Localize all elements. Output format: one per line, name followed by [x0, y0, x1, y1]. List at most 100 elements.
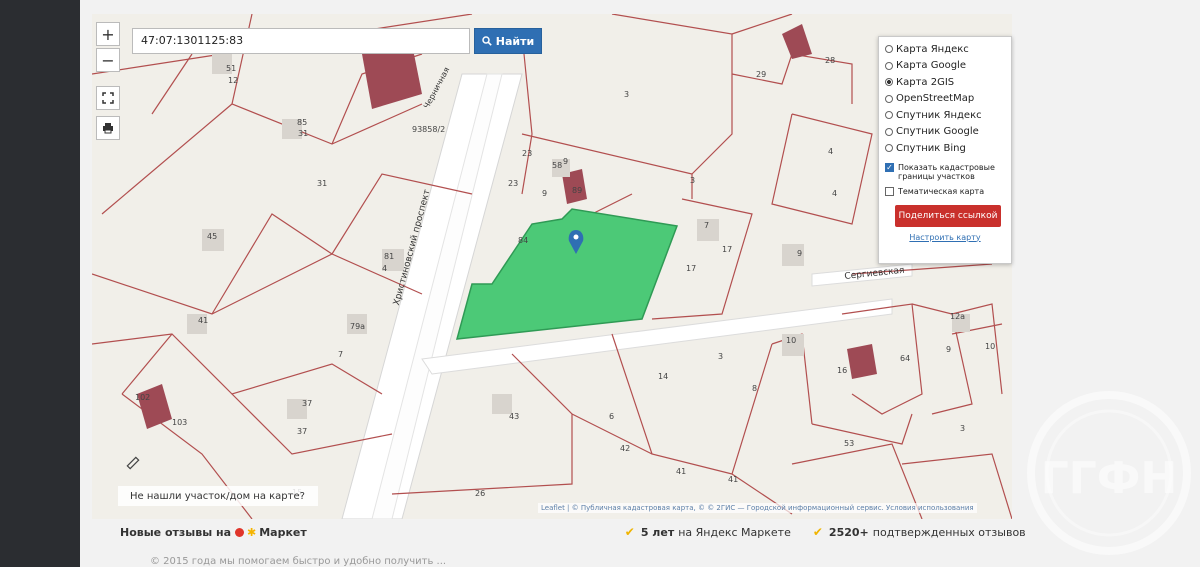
plot-label: 43: [509, 412, 520, 421]
plot-label: 9: [542, 189, 548, 198]
plot-label: 4: [828, 147, 834, 156]
plot-label: 42: [620, 444, 631, 453]
plot-label: 102: [135, 393, 151, 402]
plot-label: 3: [960, 424, 966, 433]
print-button[interactable]: [96, 116, 120, 140]
watermark-text: ГГФН: [1041, 453, 1178, 504]
radio-osm[interactable]: [885, 94, 893, 103]
plot-label: 3: [718, 352, 724, 361]
plot-label: 23: [508, 179, 519, 188]
thematic-map-label: Тематическая карта: [898, 186, 985, 196]
plot-label: 4: [382, 264, 388, 273]
reviews-footer: Новые отзывы на ✱ Маркет ✔ 5 лет на Янде…: [92, 520, 1092, 544]
layer-option-label: Карта 2GIS: [896, 76, 955, 88]
layer-option-yandex[interactable]: Карта Яндекс: [885, 41, 1005, 58]
plot-label: 17: [686, 264, 697, 273]
market-logo-icon: [235, 527, 244, 537]
plot-label: 28: [825, 56, 836, 65]
layer-option-osm[interactable]: OpenStreetMap: [885, 91, 1005, 108]
radio-google[interactable]: [885, 61, 893, 70]
plot-label: 31: [298, 129, 309, 138]
print-icon: [103, 123, 113, 134]
layer-option-2gis[interactable]: Карта 2GIS: [885, 74, 1005, 91]
footer-text-cut: © 2015 года мы помогаем быстро и удобно …: [150, 556, 447, 567]
zoom-out-button[interactable]: −: [96, 48, 120, 72]
fullscreen-icon: [102, 92, 114, 104]
reviews-prefix: Новые отзывы на: [120, 525, 231, 539]
search-input[interactable]: 47:07:1301125:83: [132, 28, 470, 54]
plot-label: 10: [985, 342, 996, 351]
plot-label: 37: [302, 399, 313, 408]
search-button-label: Найти: [495, 34, 535, 48]
plot-label: 84: [518, 236, 529, 245]
years-rest: на Яндекс Маркете: [678, 525, 791, 539]
plot-label: 89: [572, 186, 583, 195]
plot-label: 6: [609, 412, 615, 421]
layer-option-label: Спутник Яндекс: [896, 109, 982, 121]
check-icon: ✔: [812, 525, 823, 539]
thematic-map-option[interactable]: Тематическая карта: [885, 186, 1005, 196]
show-boundaries-checkbox[interactable]: ✓: [885, 162, 894, 172]
plot-label: 26: [475, 489, 486, 498]
map-attribution: Leaflet | © Публичная кадастровая карта,…: [538, 503, 977, 513]
plot-label: 64: [900, 354, 911, 363]
plot-label: 37: [297, 427, 308, 436]
cadastral-map[interactable]: 51 12 85 31 31 45 41 81 4 79а 7 102 103 …: [92, 14, 1012, 519]
not-found-link[interactable]: Не нашли участок/дом на карте?: [118, 486, 318, 506]
fullscreen-button[interactable]: [96, 86, 120, 110]
plot-label: 79а: [350, 322, 366, 331]
layer-option-yandex-sat[interactable]: Спутник Яндекс: [885, 107, 1005, 124]
layer-option-label: Спутник Bing: [896, 142, 966, 154]
plot-label: 7: [338, 350, 344, 359]
plot-label: 17: [722, 245, 733, 254]
configure-map-link[interactable]: Настроить карту: [885, 233, 1005, 242]
reviews-market: Маркет: [259, 525, 307, 539]
plot-label: 29: [756, 70, 767, 79]
check-icon: ✔: [624, 525, 635, 539]
search-icon: [482, 36, 492, 46]
thematic-map-checkbox[interactable]: [885, 186, 894, 196]
plot-label: 41: [676, 467, 687, 476]
radio-yandex[interactable]: [885, 45, 893, 54]
layer-option-label: Карта Яндекс: [896, 43, 969, 55]
radio-google-sat[interactable]: [885, 127, 893, 136]
plot-label: 81: [384, 252, 395, 261]
plot-label: 41: [728, 475, 739, 484]
radio-bing-sat[interactable]: [885, 144, 893, 153]
radio-yandex-sat[interactable]: [885, 111, 893, 120]
show-boundaries-option[interactable]: ✓ Показать кадастровые границы участков: [885, 162, 1005, 181]
plot-label: 58: [552, 161, 563, 170]
plot-label: 10: [786, 336, 797, 345]
layer-option-label: OpenStreetMap: [896, 93, 975, 105]
plot-label: 103: [172, 418, 188, 427]
highlighted-parcel: [455, 208, 679, 340]
plot-label: 93858/2: [412, 125, 446, 134]
plot-label: 3: [624, 90, 630, 99]
plot-label: 12: [228, 76, 239, 85]
plot-label: 14: [658, 372, 669, 381]
search-button[interactable]: Найти: [474, 28, 542, 54]
plot-label: 23: [522, 149, 533, 158]
plot-label: 41: [198, 316, 209, 325]
layer-option-google-sat[interactable]: Спутник Google: [885, 124, 1005, 141]
plot-label: 12а: [950, 312, 966, 321]
market-brand-icon: ✱: [247, 525, 257, 539]
plot-label: 45: [207, 232, 218, 241]
plot-label: 85: [297, 118, 308, 127]
plot-label: 9: [797, 249, 803, 258]
zoom-in-button[interactable]: +: [96, 22, 120, 46]
plot-label: 16: [837, 366, 848, 375]
layer-switcher: Карта Яндекс Карта Google Карта 2GIS Ope…: [878, 36, 1012, 264]
layer-option-google[interactable]: Карта Google: [885, 58, 1005, 75]
count-bold: 2520+: [828, 525, 869, 539]
layer-option-label: Спутник Google: [896, 126, 979, 138]
ruler-button[interactable]: [122, 452, 144, 474]
share-link-button[interactable]: Поделиться ссылкой: [895, 204, 1001, 227]
count-rest: подтвержденных отзывов: [872, 525, 1026, 539]
plot-label: 51: [226, 64, 237, 73]
plot-label: 3: [690, 176, 696, 185]
layer-option-bing-sat[interactable]: Спутник Bing: [885, 140, 1005, 157]
watermark-logo: ГГФН: [1027, 391, 1191, 555]
plot-label: 9: [563, 157, 569, 166]
radio-2gis[interactable]: [885, 78, 893, 87]
